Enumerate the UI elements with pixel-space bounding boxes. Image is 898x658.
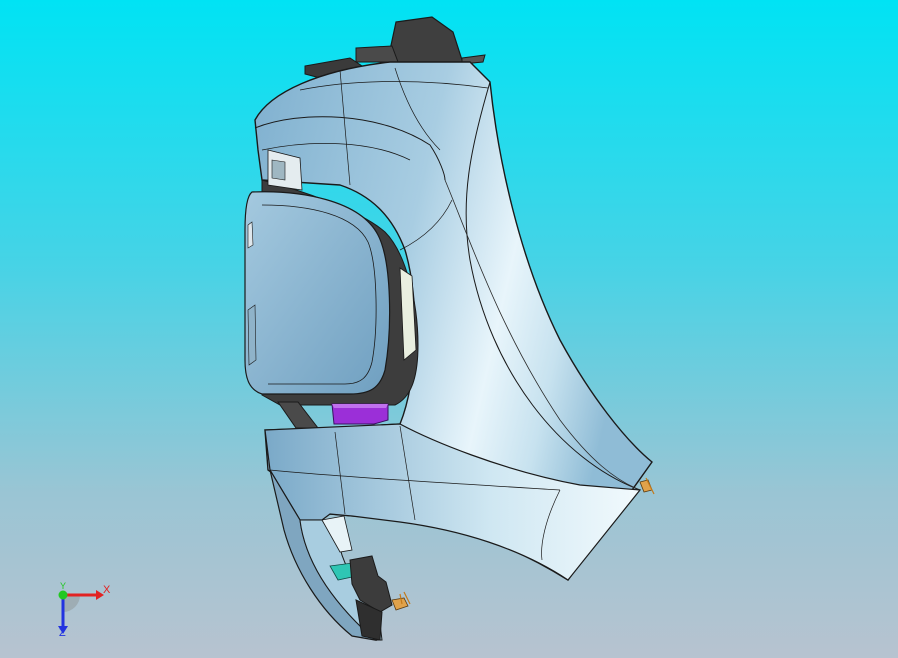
orange-clip[interactable] [639, 477, 655, 495]
axis-triad: X Y Z [46, 578, 116, 642]
graphics-viewport[interactable]: X Y Z [0, 0, 898, 658]
3d-model-view[interactable] [0, 0, 898, 658]
support-strut [277, 401, 320, 429]
purple-bracket[interactable] [331, 403, 389, 425]
axis-x-label: X [103, 584, 111, 596]
axis-y-label: Y [60, 581, 67, 591]
lamp-panel[interactable] [244, 191, 391, 395]
axis-z-label: Z [59, 627, 66, 639]
